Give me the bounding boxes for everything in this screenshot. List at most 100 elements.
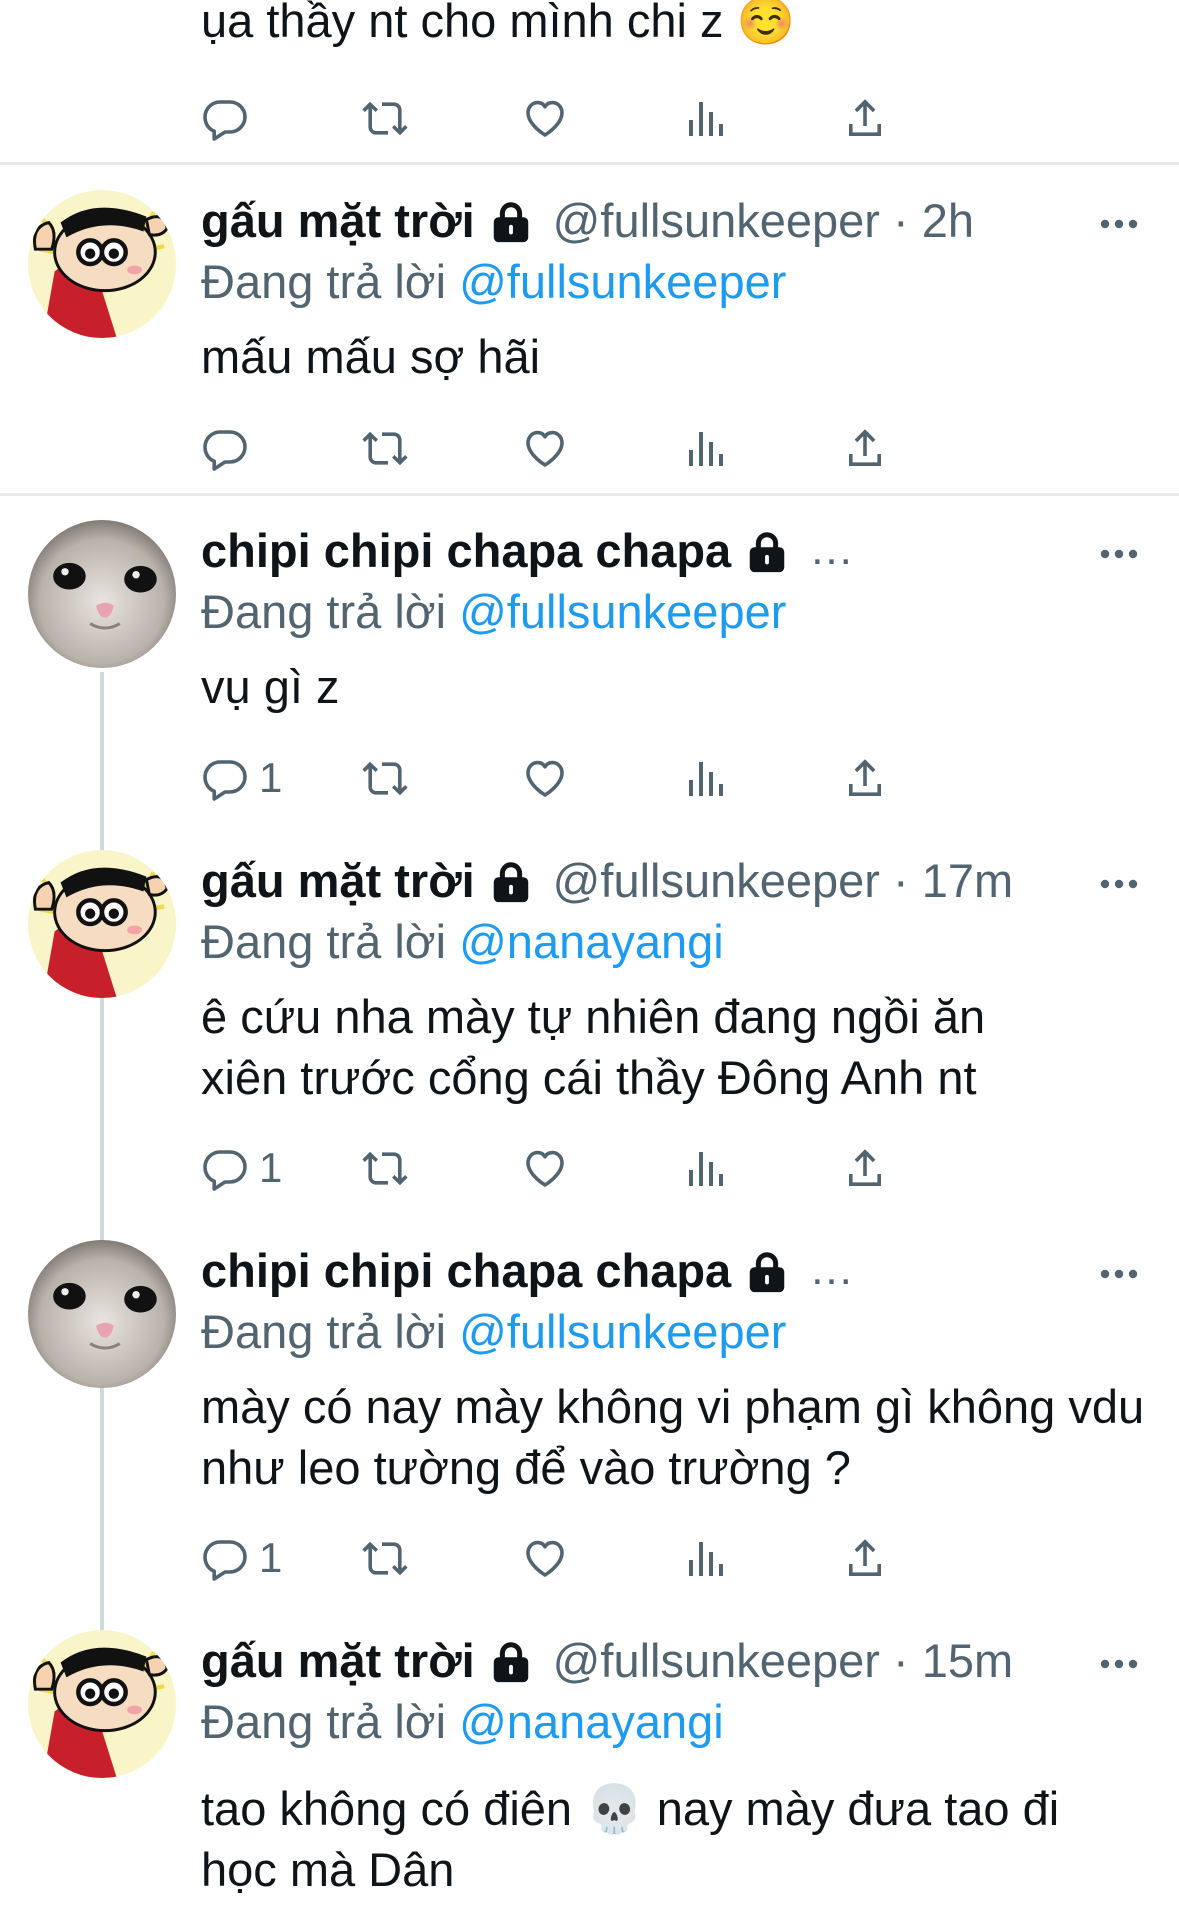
speech-bubble-icon [201, 1144, 249, 1192]
mention-link[interactable]: @nanayangi [459, 1695, 724, 1748]
heart-icon [521, 94, 569, 142]
avatar[interactable] [28, 850, 176, 998]
handle-time[interactable]: @fullsunkeeper · 17m [553, 853, 1013, 908]
tweet-header: gấu mặt trời @fullsunkeeper · 2h [201, 190, 974, 250]
views-button[interactable] [681, 420, 729, 476]
handle-time[interactable]: @fullsunkeeper · 15m [553, 1633, 1013, 1688]
share-button[interactable] [841, 750, 889, 806]
reply-context: Đang trả lời @fullsunkeeper [201, 584, 786, 639]
display-name[interactable]: chipi chipi chapa chapa [201, 523, 731, 578]
avatar-image [28, 1240, 176, 1388]
share-icon [841, 94, 889, 142]
more-dots-icon[interactable] [1099, 1654, 1139, 1674]
bar-chart-icon [681, 1144, 729, 1192]
tweet-text: tao không có điên 💀 nay mày đưa tao đi h… [201, 1782, 1060, 1896]
heart-icon [521, 754, 569, 802]
reply-prefix: Đang trả lời [201, 915, 460, 968]
heart-icon [521, 1144, 569, 1192]
share-icon [841, 1144, 889, 1192]
retweet-icon [361, 754, 409, 802]
reply-count: 1 [259, 754, 283, 801]
share-button[interactable] [841, 1140, 889, 1196]
like-button[interactable] [521, 420, 569, 476]
more-dots-icon[interactable] [1099, 544, 1139, 564]
display-name[interactable]: gấu mặt trời [201, 853, 475, 908]
reply-button[interactable] [201, 420, 259, 476]
like-button[interactable] [521, 750, 569, 806]
tweet-text: mày có nay mày không vi phạm gì không vd… [201, 1380, 1145, 1494]
more-dots-icon[interactable] [1099, 1264, 1139, 1284]
tweet-actions: 1 [201, 1140, 1031, 1196]
share-button[interactable] [841, 90, 889, 146]
like-button[interactable] [521, 1530, 569, 1586]
reply-context: Đang trả lời @nanayangi [201, 914, 724, 969]
mention-link[interactable]: @nanayangi [459, 915, 724, 968]
tweet-actions: 1 [201, 750, 1031, 806]
speech-bubble-icon [201, 424, 249, 472]
lock-icon [487, 859, 535, 905]
avatar[interactable] [28, 1240, 176, 1388]
share-button[interactable] [841, 1530, 889, 1586]
reply-button[interactable] [201, 90, 249, 146]
avatar-image [28, 190, 176, 338]
bar-chart-icon [681, 94, 729, 142]
share-icon [841, 424, 889, 472]
more-dots-icon[interactable] [1099, 874, 1139, 894]
share-icon [841, 1534, 889, 1582]
retweet-icon [361, 1144, 409, 1192]
retweet-icon [361, 1534, 409, 1582]
tweet-text: vụ gì z [201, 660, 340, 713]
bar-chart-icon [681, 754, 729, 802]
divider [0, 162, 1179, 165]
retweet-button[interactable] [361, 1530, 409, 1586]
handle-time[interactable]: @fullsunkeeper · 2h [553, 193, 974, 248]
tweet-actions [201, 90, 1031, 146]
views-button[interactable] [681, 750, 729, 806]
retweet-button[interactable] [361, 90, 409, 146]
display-name[interactable]: chipi chipi chapa chapa [201, 1243, 731, 1298]
mention-link[interactable]: @fullsunkeeper [459, 1305, 786, 1358]
tweet-text: mấu mấu sợ hãi [201, 330, 541, 383]
like-button[interactable] [521, 1140, 569, 1196]
reply-button[interactable]: 1 [201, 1530, 282, 1586]
bar-chart-icon [681, 1534, 729, 1582]
lock-icon [487, 1639, 535, 1685]
thread-connector [100, 672, 104, 1672]
truncated-handle: ... [811, 525, 854, 574]
display-name[interactable]: gấu mặt trời [201, 1633, 475, 1688]
avatar[interactable] [28, 520, 176, 668]
reply-prefix: Đang trả lời [201, 1305, 460, 1358]
tweet-header: chipi chipi chapa chapa ... [201, 1240, 854, 1300]
views-button[interactable] [681, 1530, 729, 1586]
views-button[interactable] [681, 90, 729, 146]
reply-context: Đang trả lời @nanayangi [201, 1694, 724, 1749]
retweet-button[interactable] [361, 1140, 409, 1196]
tweet-header: gấu mặt trời @fullsunkeeper · 17m [201, 850, 1013, 910]
like-button[interactable] [521, 90, 569, 146]
tweet-header: gấu mặt trời @fullsunkeeper · 15m [201, 1630, 1013, 1690]
reply-context: Đang trả lời @fullsunkeeper [201, 1304, 786, 1359]
lock-icon [487, 199, 535, 245]
reply-context: Đang trả lời @fullsunkeeper [201, 254, 786, 309]
tweet-actions: 1 [201, 1530, 1031, 1586]
more-dots-icon[interactable] [1099, 214, 1139, 234]
reply-button[interactable]: 1 [201, 750, 282, 806]
bar-chart-icon [681, 424, 729, 472]
views-button[interactable] [681, 1140, 729, 1196]
display-name[interactable]: gấu mặt trời [201, 193, 475, 248]
reply-prefix: Đang trả lời [201, 585, 460, 638]
speech-bubble-icon [201, 1534, 249, 1582]
avatar[interactable] [28, 190, 176, 338]
avatar-image [28, 520, 176, 668]
avatar[interactable] [28, 1630, 176, 1778]
speech-bubble-icon [201, 94, 249, 142]
share-button[interactable] [841, 420, 889, 476]
mention-link[interactable]: @fullsunkeeper [459, 585, 786, 638]
lock-icon [743, 1249, 791, 1295]
retweet-button[interactable] [361, 750, 409, 806]
mention-link[interactable]: @fullsunkeeper [459, 255, 786, 308]
tweet-header: chipi chipi chapa chapa ... [201, 520, 854, 580]
heart-icon [521, 424, 569, 472]
reply-button[interactable]: 1 [201, 1140, 282, 1196]
retweet-button[interactable] [361, 420, 409, 476]
